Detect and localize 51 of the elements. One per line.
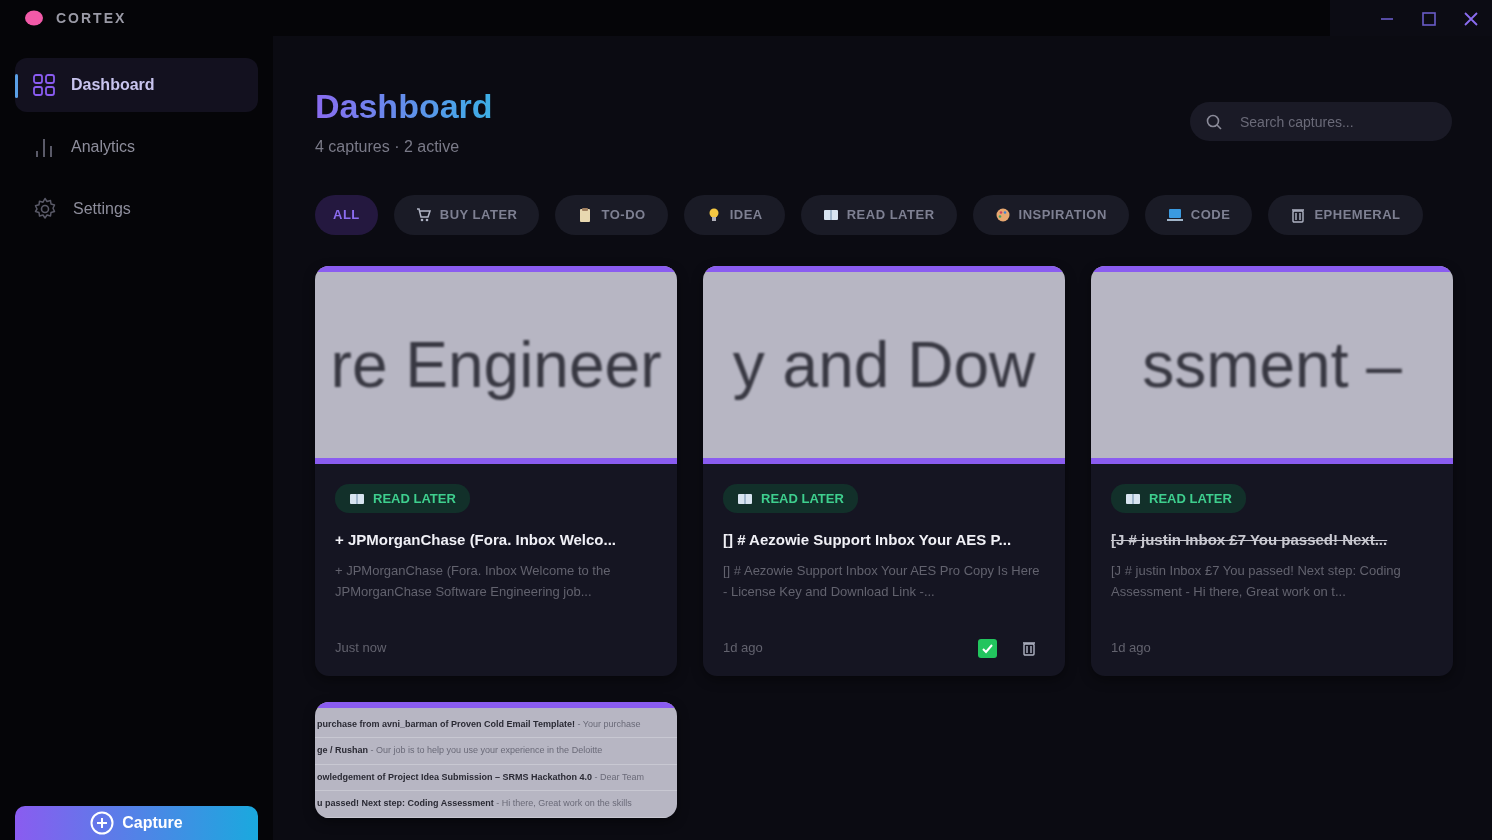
filter-chip[interactable]: IDEA (683, 194, 785, 235)
capture-card[interactable]: y and Dow READ LATER [] # Aezowie Support Inbox Your AES P... [] # Aezowie Support Inbox Your AES Pro Copy Is Here - License Key and Download Link -... 1d ago (703, 265, 1065, 676)
done-checkbox[interactable] (978, 638, 997, 658)
delete-button[interactable] (1021, 640, 1037, 657)
filter-chip[interactable]: BUY LATER (393, 194, 540, 235)
card-preview: [] # Aezowie Support Inbox Your AES Pro Copy Is Here - License Key and Download Link -... (723, 561, 1041, 601)
card-title: [] # Aezowie Support Inbox Your AES P... (723, 530, 1013, 551)
card-title: + JPMorganChase (Fora. Inbox Welco... (335, 530, 618, 551)
gear-icon (33, 197, 57, 221)
grid-icon (33, 74, 55, 96)
category-tag: READ LATER (335, 483, 470, 514)
palette-icon (994, 206, 1011, 223)
cart-icon (415, 206, 432, 223)
timestamp: 1d ago (723, 639, 763, 658)
minimize-icon (1380, 17, 1394, 20)
category-tag: READ LATER (1111, 483, 1246, 514)
brain-icon (24, 9, 44, 27)
thumbnail-text: purchase from avni_barman of Proven Cold Email Template! - Your purchase (315, 711, 677, 739)
plus-icon (90, 811, 115, 835)
capture-button[interactable]: Capture (15, 806, 258, 840)
thumbnail-text: owledgement of Project Idea Submission – SRMS Hackathon 4.0 - Dear Team (315, 764, 677, 792)
card-preview: [J # justin Inbox £7 You passed! Next step: Coding Assessment - Hi there, Great work on t... (1111, 561, 1402, 601)
filter-chip[interactable]: READ LATER (800, 194, 957, 235)
capture-count: 4 captures · 2 active (315, 136, 461, 157)
search-icon (1206, 114, 1222, 130)
thumbnail-text: ssment – (1142, 327, 1402, 403)
sidebar-item[interactable]: Dashboard (15, 58, 258, 112)
bar-chart-icon (33, 136, 55, 158)
trash-icon (1290, 206, 1307, 223)
thumbnail-text: re Engineer (330, 327, 662, 403)
maximize-icon (1422, 11, 1436, 26)
filter-chip[interactable]: EPHEMERAL (1268, 194, 1423, 235)
card-title: [J # justin Inbox £7 You passed! Next... (1111, 530, 1389, 551)
trash-icon (1021, 640, 1037, 657)
filter-chip[interactable]: CODE (1144, 194, 1253, 235)
filter-chip[interactable]: INSPIRATION (972, 194, 1129, 235)
category-tag: READ LATER (723, 483, 858, 514)
search-field[interactable]: Search captures... (1190, 102, 1452, 141)
laptop-icon (1166, 206, 1183, 223)
timestamp: Just now (335, 639, 387, 658)
close-icon (1464, 11, 1478, 26)
sidebar-item[interactable]: Settings (15, 182, 258, 236)
app-title: CORTEX (56, 8, 127, 28)
capture-card[interactable]: ssment – READ LATER [J # justin Inbox £7 You passed! Next... [J # justin Inbox £7 You passed! Next step: Coding Assessment - Hi there, Great work on t... 1d ago (1091, 265, 1453, 676)
filter-chip[interactable]: ALL (315, 194, 378, 235)
thumbnail-text: y and Dow (732, 327, 1036, 403)
card-preview: + JPMorganChase (Fora. Inbox Welcome to the JPMorganChase Software Engineering job... (335, 561, 612, 601)
capture-card[interactable]: re Engineer READ LATER + JPMorganChase (Fora. Inbox Welco... + JPMorganChase (Fora. Inbox Welcome to the JPMorganChase Software Engineering job... Just now (315, 265, 677, 676)
timestamp: 1d ago (1111, 639, 1151, 658)
sidebar-item[interactable]: Analytics (15, 120, 258, 174)
filter-chip[interactable]: TO-DO (555, 194, 668, 235)
